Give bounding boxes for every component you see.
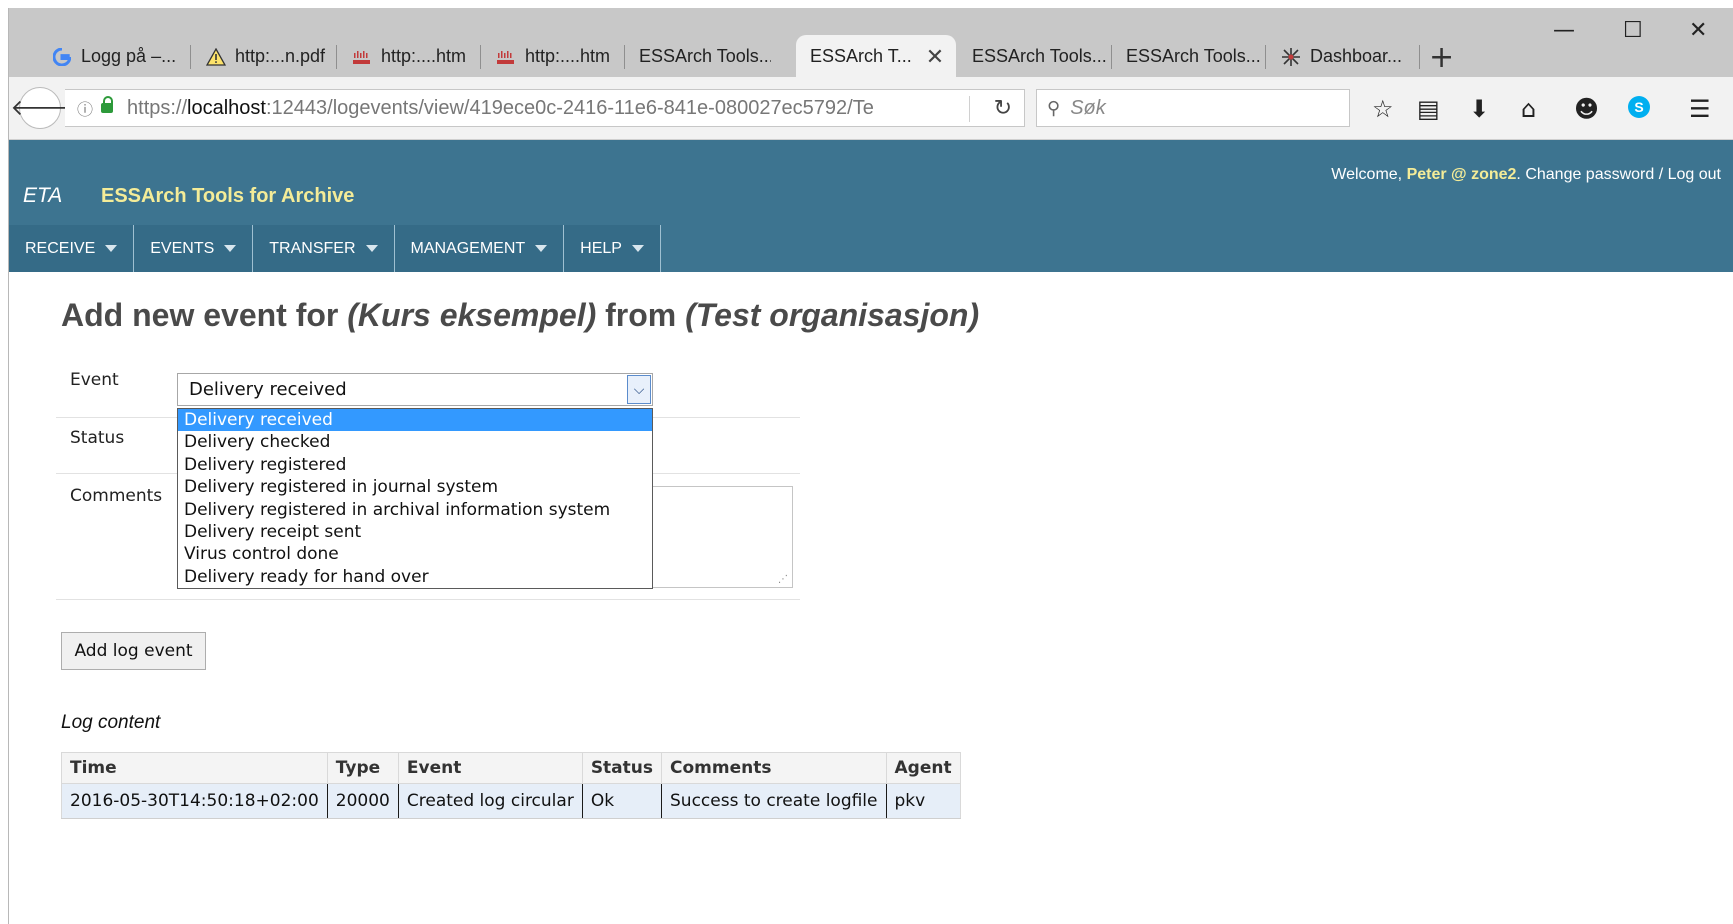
event-option[interactable]: Delivery registered in journal system [178,476,652,498]
tab-essarch-4[interactable]: ESSArch Tools... [1112,35,1266,78]
column-header-comments[interactable]: Comments [661,752,886,784]
window-close-icon[interactable]: ✕ [1689,18,1707,43]
caret-down-icon [631,245,644,252]
column-header-event[interactable]: Event [397,752,583,784]
tab-essarch-active[interactable]: ESSArch T... ✕ [796,35,956,78]
spark-icon [1280,46,1302,68]
maximize-icon[interactable]: ☐ [1623,18,1643,43]
cell-status: Ok [581,783,662,819]
event-option[interactable]: Delivery registered [178,454,652,476]
user-name: Peter @ zone2 [1406,166,1517,183]
cell-event: Created log circular [397,783,583,819]
event-select[interactable]: Delivery received ⌵ [177,373,653,406]
table-row[interactable]: 2016-05-30T14:50:18+02:00 20000 Created … [61,783,961,819]
account-links[interactable]: . Change password / Log out [1516,166,1721,183]
app-short-name: ETA [23,184,63,207]
cell-comments: Success to create logfile [661,783,886,819]
tab-label: http:....htm [525,46,611,66]
menu-help[interactable]: HELP [564,225,661,272]
column-header-time[interactable]: Time [61,752,328,784]
menu-events[interactable]: EVENTS [134,225,254,272]
new-tab-icon[interactable]: + [1429,40,1454,75]
tab-essarch-3[interactable]: ESSArch Tools... [958,35,1112,78]
search-icon: ⚲ [1047,97,1061,118]
app-title: ESSArch Tools for Archive [101,185,355,207]
event-option[interactable]: Virus control done [178,543,652,565]
url-text: https://localhost:12443/logevents/view/4… [127,96,874,119]
page-title: Add new event for (Kurs eksempel) from (… [61,297,980,333]
cisco-icon [495,46,517,68]
back-icon[interactable]: 🡐 [11,87,70,129]
tab-google-login[interactable]: Logg på –... [37,35,191,78]
welcome-text: Welcome, Peter @ zone2. Change password … [1331,166,1721,183]
menu-transfer[interactable]: TRANSFER [253,225,395,272]
tab-label: http:...n.pdf [235,46,326,66]
tab-dashboard[interactable]: Dashboar... [1266,35,1420,78]
warning-icon [205,46,227,68]
search-placeholder: Søk [1070,96,1106,119]
cell-agent: pkv [885,783,961,819]
tab-htm-2[interactable]: http:....htm [481,35,625,78]
reading-list-icon[interactable]: ▤ [1417,95,1440,123]
log-caption: Log content [61,712,161,733]
cell-type: 20000 [326,783,399,819]
menu-receive[interactable]: RECEIVE [9,225,135,272]
event-option[interactable]: Delivery received [178,409,652,432]
home-icon[interactable]: ⌂ [1521,95,1536,123]
main-menu: RECEIVE EVENTS TRANSFER MANAGEMENT HELP [9,225,661,272]
address-bar[interactable]: ⓘ https://localhost:12443/logevents/view… [65,89,1025,127]
skype-icon[interactable]: S [1627,95,1651,125]
tab-htm-1[interactable]: http:....htm [337,35,481,78]
tab-label: ESSArch Tools... [1126,46,1261,66]
info-icon[interactable]: ⓘ [77,96,93,120]
tab-label: Dashboar... [1310,46,1403,66]
event-option[interactable]: Delivery registered in archival informat… [178,499,652,521]
svg-text:S: S [1634,99,1643,115]
tab-essarch-1[interactable]: ESSArch Tools... [625,35,771,78]
column-header-status[interactable]: Status [581,752,662,784]
lock-icon [101,96,114,113]
tab-label: http:....htm [381,46,467,66]
caret-down-icon [224,245,237,252]
hamburger-menu-icon[interactable]: ☰ [1689,95,1711,123]
add-log-event-button[interactable]: Add log event [61,632,206,670]
tab-strip: Logg på –... http:...n.pdf http:....htm … [9,8,1733,78]
chevron-down-icon[interactable]: ⌵ [627,375,651,404]
tab-label: Logg på –... [81,46,177,66]
app-header: ETA ESSArch Tools for Archive Welcome, P… [9,140,1733,272]
caret-down-icon [365,245,378,252]
search-input[interactable]: ⚲ Søk [1036,89,1350,127]
tab-label: ESSArch T... [810,46,912,66]
comments-label: Comments [70,486,163,506]
event-option[interactable]: Delivery ready for hand over [178,566,652,588]
table-header-row: Time Type Event Status Comments Agent [61,752,961,784]
status-label: Status [70,428,125,448]
menu-management[interactable]: MANAGEMENT [394,225,565,272]
tab-pdf[interactable]: http:...n.pdf [191,35,337,78]
event-option[interactable]: Delivery checked [178,431,652,453]
cisco-icon [351,46,373,68]
caret-down-icon [535,245,548,252]
google-icon [51,46,73,68]
event-option[interactable]: Delivery receipt sent [178,521,652,543]
event-select-value: Delivery received [189,379,347,400]
chat-icon[interactable]: ☻ [1574,95,1599,123]
column-header-agent[interactable]: Agent [885,752,961,784]
bookmark-star-icon[interactable]: ☆ [1372,95,1394,123]
minimize-icon[interactable]: — [1553,18,1575,43]
column-header-type[interactable]: Type [326,752,399,784]
cell-time: 2016-05-30T14:50:18+02:00 [61,783,328,819]
event-label: Event [70,370,119,390]
event-dropdown-list: Delivery received Delivery checked Deliv… [177,408,653,589]
caret-down-icon [105,245,118,252]
download-icon[interactable]: ⬇ [1469,95,1489,123]
tab-label: ESSArch Tools... [972,46,1107,66]
tab-label: ESSArch Tools... [639,46,771,66]
navigation-bar: 🡐 ⓘ https://localhost:12443/logevents/vi… [9,77,1733,140]
log-table: Time Type Event Status Comments Agent 20… [61,752,961,819]
close-icon[interactable]: ✕ [926,44,944,70]
resize-grip-icon[interactable]: ⋰ [778,574,788,585]
browser-window: Logg på –... http:...n.pdf http:....htm … [8,8,1733,924]
reload-icon[interactable]: ↻ [994,95,1012,121]
